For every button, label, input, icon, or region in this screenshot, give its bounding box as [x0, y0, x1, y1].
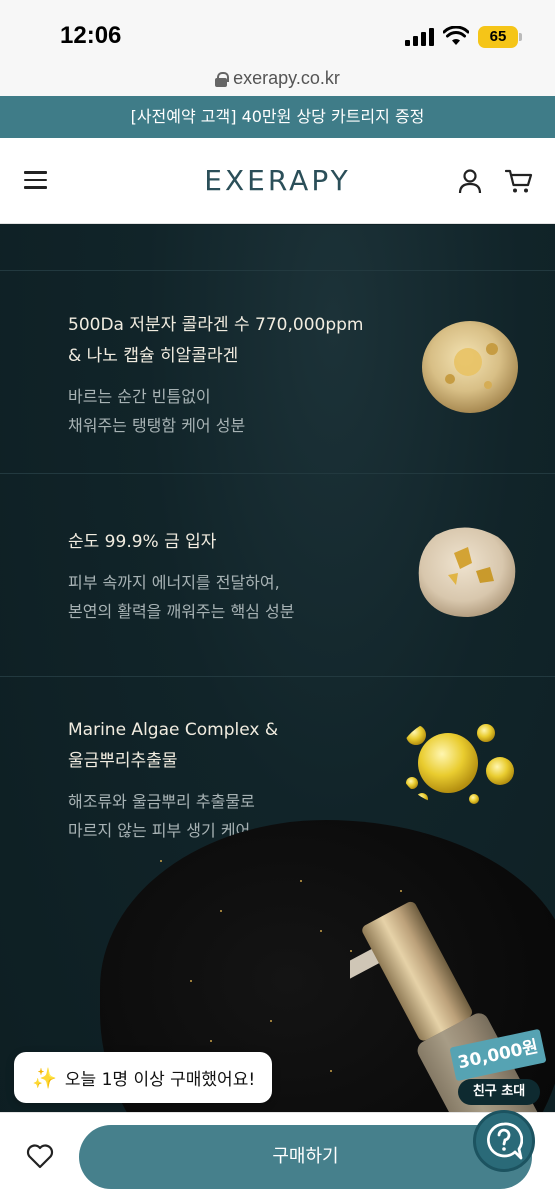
divider	[0, 473, 555, 474]
site-header: EXERAPY	[0, 138, 555, 224]
referral-amount: 30,000원	[449, 1028, 547, 1082]
lock-icon	[215, 71, 230, 87]
feature-description: 피부 속까지 에너지를 전달하여, 본연의 활력을 깨워주는 핵심 성분	[68, 573, 295, 621]
cart-icon[interactable]	[505, 168, 533, 194]
feature-title: 순도 99.9% 금 입자	[68, 532, 217, 552]
url-text: exerapy.co.kr	[233, 68, 340, 88]
status-bar: 12:06 65	[0, 0, 555, 62]
url-bar[interactable]: exerapy.co.kr	[0, 62, 555, 96]
promo-banner[interactable]: [사전예약 고객] 40만원 상당 카트리지 증정	[0, 96, 555, 138]
chat-question-icon	[487, 1122, 523, 1160]
bottom-action-bar: 구매하기	[0, 1112, 555, 1200]
battery-icon: 65	[478, 26, 518, 48]
feature-collagen: 500Da 저분자 콜라겐 수 770,000ppm & 나노 캡슐 히알콜라겐…	[68, 310, 398, 440]
clock: 12:06	[60, 22, 122, 49]
chat-support-button[interactable]	[473, 1110, 535, 1172]
divider	[0, 676, 555, 677]
feature-title: Marine Algae Complex & 울금뿌리추출물	[68, 720, 279, 771]
feature-gold: 순도 99.9% 금 입자 피부 속까지 에너지를 전달하여, 본연의 활력을 …	[68, 527, 398, 626]
feature-title: 500Da 저분자 콜라겐 수 770,000ppm & 나노 캡슐 히알콜라겐	[68, 315, 364, 366]
sparkle-icon: ✨	[32, 1065, 57, 1090]
cellular-signal-icon	[405, 28, 435, 46]
buy-button[interactable]: 구매하기	[79, 1125, 532, 1189]
collagen-drop-image	[422, 321, 518, 413]
purchase-notice-text: 오늘 1명 이상 구매했어요!	[64, 1070, 256, 1090]
battery-cap	[519, 33, 522, 41]
heart-icon[interactable]	[26, 1143, 54, 1169]
feature-description: 바르는 순간 빈틈없이 채워주는 탱탱함 케어 성분	[68, 387, 246, 435]
referral-label: 친구 초대	[458, 1079, 540, 1105]
referral-badge[interactable]: 30,000원 친구 초대	[449, 1028, 547, 1105]
divider	[0, 270, 555, 271]
algae-capsule-image	[406, 724, 514, 805]
wifi-icon	[443, 26, 469, 45]
gold-particle-image	[418, 527, 516, 617]
purchase-notice: ✨ 오늘 1명 이상 구매했어요!	[14, 1052, 272, 1103]
account-icon[interactable]	[458, 168, 482, 194]
